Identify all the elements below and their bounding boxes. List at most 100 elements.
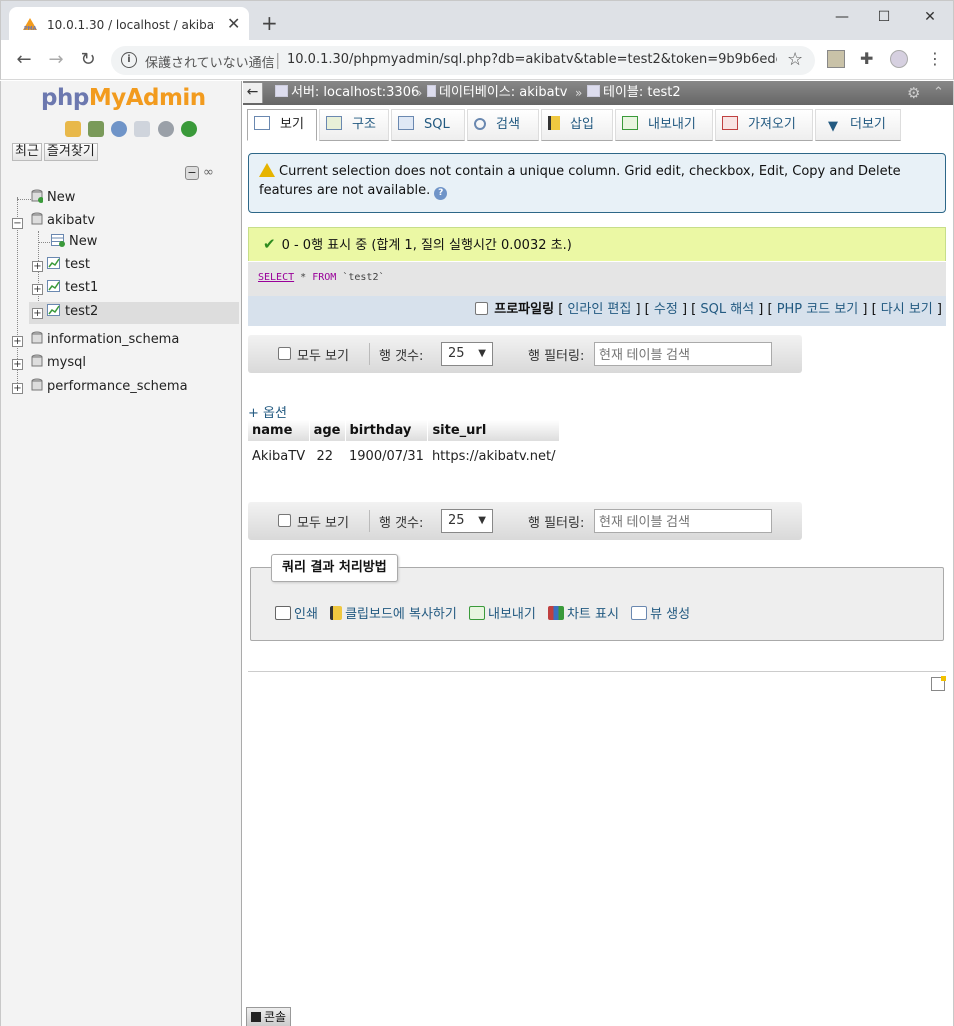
- explain-sql-link[interactable]: SQL 해석: [700, 302, 754, 317]
- row-count-select[interactable]: 25 ▼: [441, 509, 493, 533]
- export-button[interactable]: 내보내기: [468, 603, 536, 622]
- breadcrumb-server[interactable]: 서버: localhost:3306: [275, 81, 419, 105]
- inline-edit-link[interactable]: 인라인 편집: [567, 302, 631, 317]
- copy-clipboard-button[interactable]: 클립보드에 복사하기: [330, 603, 457, 622]
- new-database-icon: [31, 189, 43, 203]
- tree-line: [17, 199, 31, 200]
- bookmark-icon[interactable]: [931, 676, 946, 691]
- tree-item-table-test2[interactable]: test2: [47, 302, 98, 322]
- sql-keyword-select[interactable]: SELECT: [258, 272, 294, 283]
- toggle-nav-arrow-icon[interactable]: ←: [243, 83, 263, 103]
- tree-item-db-akibatv[interactable]: akibatv: [31, 211, 95, 231]
- checkmark-icon: ✔: [263, 235, 276, 253]
- browser-menu-icon[interactable]: ⋮: [926, 50, 944, 68]
- help-icon[interactable]: [111, 121, 128, 137]
- expand-mysql-icon[interactable]: +: [12, 359, 23, 370]
- tree-item-db-information-schema[interactable]: information_schema: [31, 330, 179, 350]
- tree-item-db-mysql[interactable]: mysql: [31, 353, 86, 373]
- tree-item-db-performance-schema[interactable]: performance_schema: [31, 377, 188, 397]
- expand-test-icon[interactable]: +: [32, 261, 43, 272]
- security-status: 保護されていない通信: [145, 56, 275, 71]
- column-header-birthday[interactable]: birthday: [345, 420, 429, 441]
- create-view-button[interactable]: 뷰 생성: [631, 603, 690, 622]
- minimize-icon[interactable]: —: [827, 7, 857, 27]
- filter-rows-input[interactable]: [594, 509, 772, 533]
- breadcrumb-database[interactable]: 데이터베이스: akibatv: [427, 81, 567, 105]
- row-count-select[interactable]: 25 ▼: [441, 342, 493, 366]
- refresh-link[interactable]: 다시 보기: [881, 302, 933, 317]
- tab-sql[interactable]: SQL: [391, 109, 465, 141]
- console-toggle[interactable]: 콘솔: [246, 1007, 292, 1026]
- navigation-panel: phpMyAdmin 최근 즐겨찾기 − ∞ New − akibatv New …: [0, 81, 242, 1026]
- extension-image-icon[interactable]: [827, 50, 845, 68]
- php-code-link[interactable]: PHP 코드 보기: [777, 302, 859, 317]
- bookmark-star-icon[interactable]: ☆: [787, 49, 803, 70]
- show-all-label: 모두 보기: [297, 516, 349, 531]
- column-header-site-url[interactable]: site_url: [427, 420, 560, 441]
- reload-icon[interactable]: ↻: [77, 49, 99, 71]
- table-browse-icon: [47, 257, 60, 269]
- maximize-icon[interactable]: ☐: [869, 7, 899, 27]
- column-header-name[interactable]: name: [248, 420, 310, 441]
- notice-message: Current selection does not contain a uni…: [248, 153, 946, 213]
- tab-structure[interactable]: 구조: [319, 109, 389, 141]
- browser-tab[interactable]: PMA 10.0.1.30 / localhost / akibatv / te…: [9, 7, 249, 41]
- options-toggle-link[interactable]: + 옵션: [248, 402, 287, 421]
- show-all-checkbox[interactable]: [278, 514, 291, 527]
- profile-avatar[interactable]: [890, 50, 908, 68]
- display-chart-button[interactable]: 차트 표시: [547, 603, 619, 622]
- tab-label: 내보내기: [648, 117, 696, 132]
- tab-browse[interactable]: 보기: [247, 109, 317, 141]
- sql-icon: [398, 116, 414, 130]
- close-window-icon[interactable]: ✕: [915, 7, 945, 27]
- tab-insert[interactable]: 삽입: [541, 109, 613, 141]
- breadcrumb: ← 서버: localhost:3306 » 데이터베이스: akibatv »…: [243, 81, 953, 105]
- expand-performance-schema-icon[interactable]: +: [12, 383, 23, 394]
- clipboard-icon: [330, 606, 343, 620]
- tree-item-table-test1[interactable]: test1: [47, 278, 98, 298]
- settings-gear-icon[interactable]: ⚙: [907, 84, 920, 102]
- collapse-top-icon[interactable]: ⌃: [933, 84, 944, 102]
- phpmyadmin-logo[interactable]: phpMyAdmin: [41, 85, 206, 111]
- recent-button[interactable]: 최근: [12, 143, 42, 161]
- tree-item-table-test[interactable]: test: [47, 255, 90, 275]
- help-icon[interactable]: ?: [434, 187, 448, 200]
- tab-export[interactable]: 내보내기: [615, 109, 713, 141]
- back-icon[interactable]: ←: [13, 49, 35, 71]
- filter-rows-input[interactable]: [594, 342, 772, 366]
- breadcrumb-table[interactable]: 테이블: test2: [587, 81, 681, 105]
- tree-item-new-database[interactable]: New: [31, 188, 75, 208]
- tab-more[interactable]: ▼ 더보기: [815, 109, 901, 141]
- show-all-checkbox[interactable]: [278, 347, 291, 360]
- extensions-puzzle-icon[interactable]: ✚: [860, 50, 878, 68]
- console-label: 콘솔: [264, 1010, 287, 1024]
- collapse-all-icon[interactable]: −: [185, 166, 199, 180]
- column-header-age[interactable]: age: [309, 420, 346, 441]
- settings-icon[interactable]: [157, 121, 174, 137]
- cell-site-url: https://akibatv.net/: [431, 448, 556, 464]
- reload-nav-icon[interactable]: [180, 121, 197, 137]
- expand-test2-icon[interactable]: +: [32, 308, 43, 319]
- site-info-icon[interactable]: i: [121, 52, 137, 68]
- favorites-button[interactable]: 즐겨찾기: [43, 143, 98, 161]
- tab-search[interactable]: 검색: [467, 109, 539, 141]
- new-table-icon: [51, 234, 65, 247]
- url-text[interactable]: 10.0.1.30/phpmyadmin/sql.php?db=akibatv&…: [287, 52, 777, 67]
- print-button[interactable]: 인쇄: [275, 603, 318, 622]
- home-icon[interactable]: [65, 121, 81, 137]
- collapse-akibatv-icon[interactable]: −: [12, 218, 23, 229]
- tab-import[interactable]: 가져오기: [715, 109, 813, 141]
- address-bar[interactable]: i 保護されていない通信 | 10.0.1.30/phpmyadmin/sql.…: [111, 46, 815, 75]
- expand-test1-icon[interactable]: +: [32, 284, 43, 295]
- expand-information-schema-icon[interactable]: +: [12, 336, 23, 347]
- docs-icon[interactable]: [134, 121, 151, 137]
- logout-icon[interactable]: [88, 121, 105, 137]
- close-tab-icon[interactable]: ✕: [227, 15, 240, 33]
- forward-icon[interactable]: →: [45, 49, 67, 71]
- profiling-checkbox[interactable]: [475, 302, 489, 315]
- link-with-main-icon[interactable]: ∞: [203, 166, 219, 180]
- new-tab-icon[interactable]: +: [261, 13, 278, 33]
- tree-item-new-table[interactable]: New: [51, 232, 97, 252]
- edit-query-link[interactable]: 수정: [654, 302, 678, 317]
- operations-list: 인쇄 클립보드에 복사하기 내보내기 차트 표시 뷰 생성: [275, 603, 698, 622]
